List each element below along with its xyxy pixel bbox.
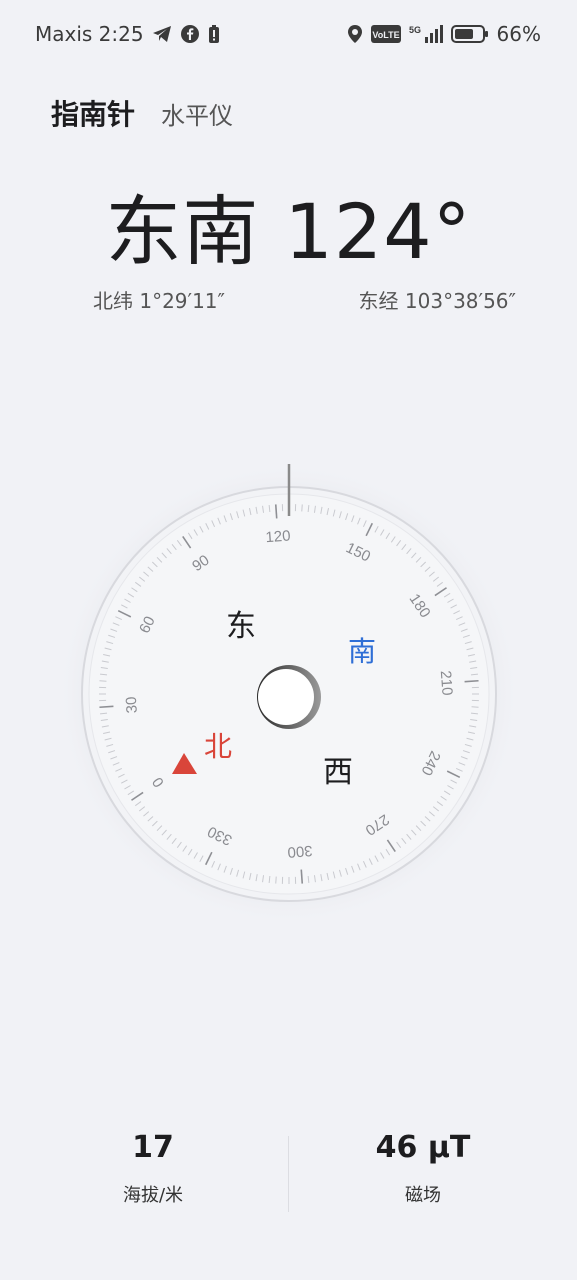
tick-mark (300, 869, 304, 884)
tab-compass[interactable]: 指南针 (51, 93, 135, 133)
tabs: 指南针 水平仪 (51, 93, 233, 133)
metrics-bar: 17 海拔/米 46 μT 磁场 (0, 1130, 577, 1220)
compass-dial[interactable]: 0306090120150180210240270300330 东 南 北 西 (0, 440, 577, 940)
tick-mark (99, 705, 114, 709)
degree-label-30: 30 (123, 696, 141, 714)
signal-icon: 5G (409, 25, 443, 43)
heading-readout: 东南 124° (105, 187, 472, 276)
cardinal-west: 西 (323, 755, 353, 790)
status-left: Maxis 2:25 (35, 22, 220, 46)
svg-text:VoLTE: VoLTE (372, 30, 399, 40)
degree-label-120: 120 (265, 528, 291, 547)
cardinal-east: 东 (226, 609, 256, 644)
status-bar: Maxis 2:25 VoLTE 5G 66% (0, 0, 577, 70)
degree-label-300: 300 (287, 842, 313, 861)
degree-label-210: 210 (437, 670, 456, 696)
facebook-icon (180, 25, 199, 43)
altitude-label: 海拔/米 (122, 1185, 184, 1206)
tick-mark (274, 504, 278, 519)
magnetic-field-value: 46 μT (375, 1130, 471, 1165)
magnetic-field-metric: 46 μT 磁场 (279, 1130, 567, 1207)
battery-icon (450, 25, 488, 43)
telegram-icon (152, 26, 171, 42)
battery-percent: 66% (496, 22, 541, 46)
longitude: 东经 103°38′56″ (358, 289, 516, 313)
latitude: 北纬 1°29′11″ (93, 289, 225, 313)
compass-dial-area: 0 30 60 90 120 150 180 210 240 270 300 330 东 南 北 西 (0, 440, 577, 940)
tick-mark (464, 679, 479, 683)
magnetic-field-label: 磁场 (405, 1185, 441, 1206)
center-knob (258, 669, 314, 725)
altitude-metric: 17 海拔/米 (9, 1130, 297, 1207)
altitude-value: 17 (132, 1130, 174, 1165)
battery-saver-icon (208, 25, 219, 43)
status-right: VoLTE 5G 66% (347, 22, 541, 46)
volte-icon: VoLTE (370, 25, 401, 43)
carrier-time: Maxis 2:25 (35, 22, 144, 46)
tab-level[interactable]: 水平仪 (161, 96, 233, 131)
location-icon (347, 25, 362, 43)
cardinal-south: 南 (348, 635, 376, 668)
svg-text:5G: 5G (409, 25, 421, 35)
cardinal-north: 北 (204, 730, 232, 763)
